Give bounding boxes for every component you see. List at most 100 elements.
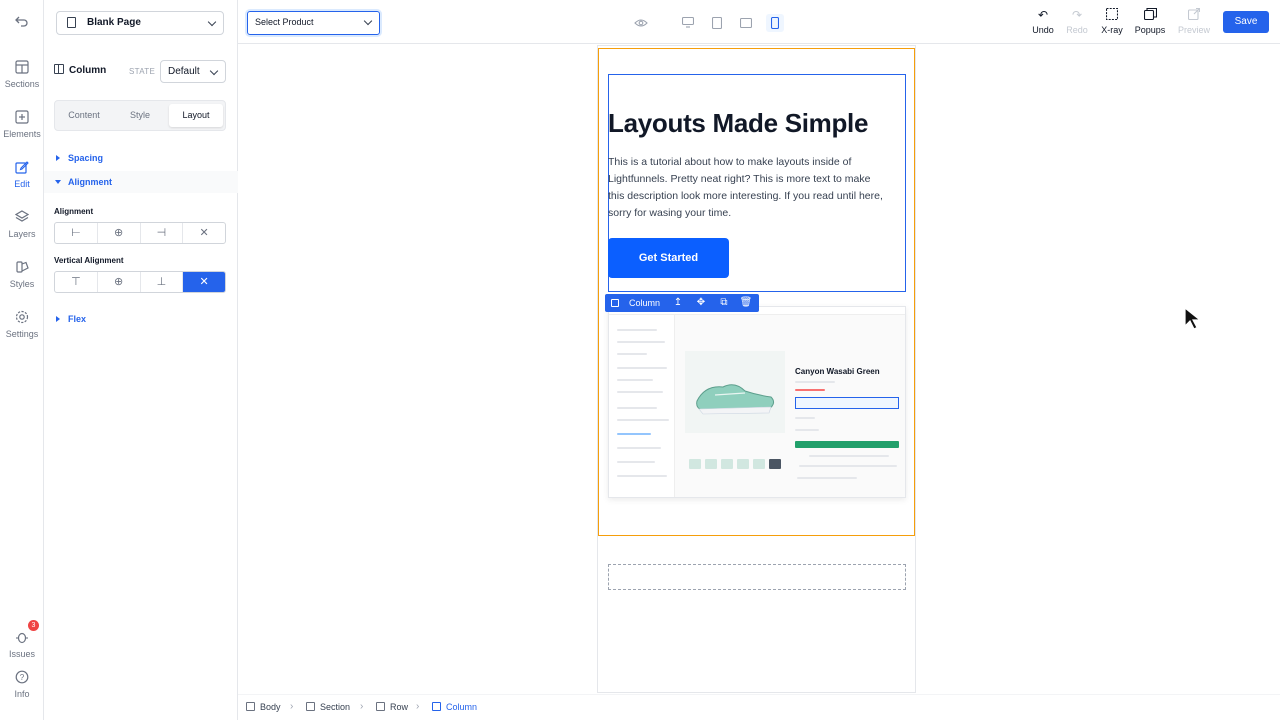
breadcrumb-row[interactable]: Row (376, 702, 408, 712)
column-icon (54, 64, 64, 74)
valign-top-icon: ⊤ (71, 276, 81, 288)
align-right-button[interactable]: ⊣ (141, 223, 184, 243)
column-icon (611, 299, 619, 307)
spacing-section-label: Spacing (68, 153, 104, 163)
rail-layers[interactable]: Layers (0, 210, 44, 250)
chevron-down-icon (209, 66, 219, 76)
flex-section-toggle[interactable]: Flex (44, 308, 238, 330)
state-select-value: Default (168, 66, 200, 77)
popups-button[interactable]: Popups (1130, 7, 1170, 35)
get-started-button[interactable]: Get Started (608, 238, 729, 278)
product-select-value: Select Product (255, 17, 314, 27)
undo-arrow-icon[interactable] (13, 14, 31, 32)
caret-down-icon (55, 180, 61, 184)
rail-label: Edit (14, 179, 30, 189)
rail-edit[interactable]: Edit (0, 160, 44, 200)
popups-icon (1130, 7, 1170, 22)
alignment-section-toggle[interactable]: Alignment (44, 171, 238, 193)
mini-selected-text (795, 397, 899, 409)
alignment-buttons: ⊢ ⊕ ⊣ ✕ (54, 222, 226, 244)
rail-info[interactable]: ? Info (0, 670, 44, 710)
redo-button[interactable]: ↷ Redo (1057, 8, 1097, 35)
align-left-icon: ⊢ (71, 227, 81, 239)
tablet-icon[interactable] (708, 14, 726, 32)
page-select[interactable]: Blank Page (56, 11, 224, 35)
bug-icon (14, 630, 30, 646)
rail-label: Layers (8, 229, 36, 239)
product-screenshot-image[interactable]: Canyon Wasabi Green (608, 306, 906, 498)
move-icon[interactable]: ✥ (694, 294, 708, 312)
rail-styles[interactable]: Styles (0, 260, 44, 300)
align-center-icon: ⊕ (114, 227, 124, 239)
chevron-right-icon: › (290, 701, 294, 712)
breadcrumb-row-label: Row (390, 702, 409, 712)
page-select-value: Blank Page (87, 17, 141, 28)
preview-button[interactable]: Preview (1174, 7, 1214, 35)
chevron-down-icon (363, 16, 373, 26)
vertical-alignment-label: Vertical Alignment (54, 256, 124, 265)
close-icon: ✕ (199, 276, 209, 288)
product-select[interactable]: Select Product (247, 11, 380, 35)
mobile-icon[interactable] (766, 14, 784, 32)
gear-icon (14, 310, 30, 326)
settings-panel: Blank Page Column STATE Default Content … (44, 0, 238, 720)
align-right-icon: ⊣ (156, 227, 167, 239)
breadcrumb-section-label: Section (320, 702, 351, 712)
align-center-button[interactable]: ⊕ (98, 223, 141, 243)
editor-canvas[interactable]: Layouts Made Simple This is a tutorial a… (238, 45, 1280, 693)
tab-content[interactable]: Content (57, 104, 111, 127)
breadcrumb-body-label: Body (260, 702, 281, 712)
top-toolbar: Select Product ↶ Undo ↷ Redo X-ray Popup… (238, 0, 1280, 44)
rail-settings[interactable]: Settings (0, 310, 44, 350)
page-preview: Layouts Made Simple This is a tutorial a… (597, 45, 916, 693)
element-title: Column (54, 64, 106, 76)
rail-sections[interactable]: Sections (0, 60, 44, 100)
tablet-landscape-icon[interactable] (737, 14, 755, 32)
desktop-icon[interactable] (679, 14, 697, 32)
state-select[interactable]: Default (160, 60, 226, 83)
tab-style[interactable]: Style (113, 104, 167, 127)
valign-bottom-icon: ⊥ (156, 276, 167, 288)
valign-top-button[interactable]: ⊤ (55, 272, 98, 292)
eye-icon[interactable] (632, 14, 650, 32)
breadcrumb-column-label: Column (446, 702, 478, 712)
redo-label: Redo (1066, 25, 1088, 35)
xray-button[interactable]: X-ray (1092, 7, 1132, 35)
rail-issues[interactable]: Issues (0, 630, 44, 670)
element-title-label: Column (69, 65, 107, 76)
row-icon (376, 702, 385, 711)
rail-label: Info (14, 689, 30, 699)
valign-middle-icon: ⊕ (114, 276, 124, 288)
breadcrumb-body[interactable]: Body (246, 702, 281, 712)
xray-icon (1092, 7, 1132, 22)
valign-middle-button[interactable]: ⊕ (98, 272, 141, 292)
hero-title[interactable]: Layouts Made Simple (608, 108, 868, 139)
external-link-icon (1174, 7, 1214, 22)
select-parent-icon[interactable]: ↥ (671, 294, 685, 312)
chevron-right-icon: › (360, 701, 364, 712)
breadcrumb-column[interactable]: Column (432, 702, 477, 712)
rail-elements[interactable]: Elements (0, 110, 44, 150)
align-none-button[interactable]: ✕ (183, 223, 225, 243)
duplicate-icon[interactable]: ⧉ (717, 294, 731, 312)
save-button[interactable]: Save (1223, 11, 1269, 33)
section-icon (306, 702, 315, 711)
hero-description[interactable]: This is a tutorial about how to make lay… (608, 154, 883, 222)
caret-right-icon (56, 155, 60, 161)
spacing-section-toggle[interactable]: Spacing (44, 147, 238, 169)
align-left-button[interactable]: ⊢ (55, 223, 98, 243)
empty-drop-zone[interactable] (608, 564, 906, 590)
valign-bottom-button[interactable]: ⊥ (141, 272, 184, 292)
popups-label: Popups (1134, 25, 1166, 35)
trash-icon[interactable]: 🗑 (739, 294, 753, 312)
shoe-product-image (685, 351, 785, 433)
tab-layout[interactable]: Layout (169, 104, 223, 127)
close-icon: ✕ (199, 227, 209, 239)
plus-square-icon (14, 110, 30, 126)
valign-none-button[interactable]: ✕ (183, 272, 225, 292)
breadcrumb-section[interactable]: Section (306, 702, 350, 712)
flex-section-label: Flex (68, 314, 87, 324)
column-toolbar: Column ↥ ✥ ⧉ 🗑 (605, 294, 759, 312)
breadcrumb: Body › Section › Row › Column (238, 694, 1280, 720)
panel-tabs: Content Style Layout (54, 100, 226, 131)
